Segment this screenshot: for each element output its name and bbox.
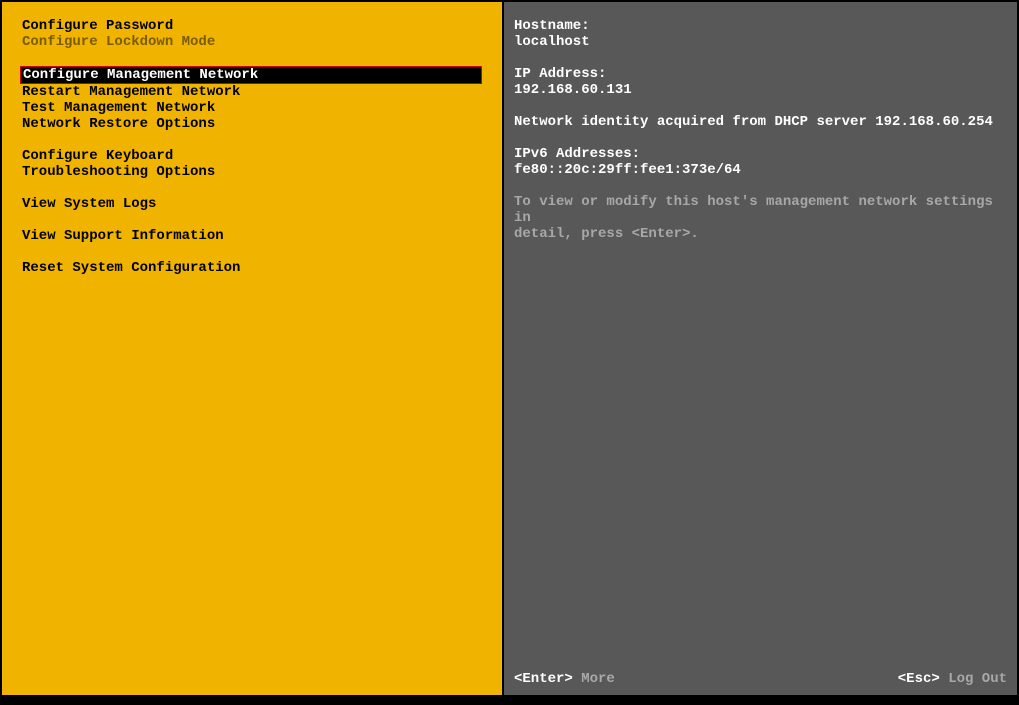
main-menu: Configure Password Configure Lockdown Mo… — [2, 18, 502, 66]
footer-enter[interactable]: <Enter> More — [514, 671, 615, 687]
hostname-label: Hostname: — [514, 18, 1007, 34]
details-pane: Hostname: localhost IP Address: 192.168.… — [502, 2, 1017, 695]
blank-line — [514, 178, 1007, 194]
menu-spacer — [22, 244, 502, 260]
menu-reset-system-configuration[interactable]: Reset System Configuration — [22, 260, 502, 276]
dcui-screen: Configure Password Configure Lockdown Mo… — [0, 0, 1019, 700]
menu-spacer — [22, 180, 502, 196]
menu-configure-keyboard[interactable]: Configure Keyboard — [22, 148, 502, 164]
blank-line — [514, 98, 1007, 114]
menu-configure-management-network[interactable]: Configure Management Network — [21, 67, 481, 83]
menu-view-system-logs[interactable]: View System Logs — [22, 196, 502, 212]
dhcp-line: Network identity acquired from DHCP serv… — [514, 114, 1007, 130]
blank-line — [514, 50, 1007, 66]
esc-key: <Esc> — [898, 671, 940, 687]
menu-spacer — [22, 50, 502, 66]
ip-label: IP Address: — [514, 66, 1007, 82]
footer-esc[interactable]: <Esc> Log Out — [898, 671, 1007, 687]
menu-configure-password[interactable]: Configure Password — [22, 18, 502, 34]
esc-label: Log Out — [948, 671, 1007, 687]
enter-label: More — [581, 671, 615, 687]
hint-line2: detail, press <Enter>. — [514, 226, 1007, 242]
menu-test-management-network[interactable]: Test Management Network — [22, 100, 502, 116]
hostname-value: localhost — [514, 34, 1007, 50]
menu-pane: Configure Password Configure Lockdown Mo… — [2, 2, 502, 695]
menu-configure-lockdown-mode[interactable]: Configure Lockdown Mode — [22, 34, 502, 50]
menu-troubleshooting-options[interactable]: Troubleshooting Options — [22, 164, 502, 180]
enter-key: <Enter> — [514, 671, 573, 687]
menu-network-restore-options[interactable]: Network Restore Options — [22, 116, 502, 132]
ip-value: 192.168.60.131 — [514, 82, 1007, 98]
blank-line — [514, 130, 1007, 146]
ipv6-label: IPv6 Addresses: — [514, 146, 1007, 162]
menu-view-support-information[interactable]: View Support Information — [22, 228, 502, 244]
ipv6-value: fe80::20c:29ff:fee1:373e/64 — [514, 162, 1007, 178]
menu-spacer — [22, 132, 502, 148]
menu-spacer — [22, 212, 502, 228]
menu-selected-highlight: Configure Management Network — [20, 66, 482, 84]
footer-bar: <Enter> More <Esc> Log Out — [504, 671, 1017, 687]
hint-line1: To view or modify this host's management… — [514, 194, 1007, 226]
menu-restart-management-network[interactable]: Restart Management Network — [22, 84, 502, 100]
main-menu-continued: Restart Management Network Test Manageme… — [2, 84, 502, 276]
